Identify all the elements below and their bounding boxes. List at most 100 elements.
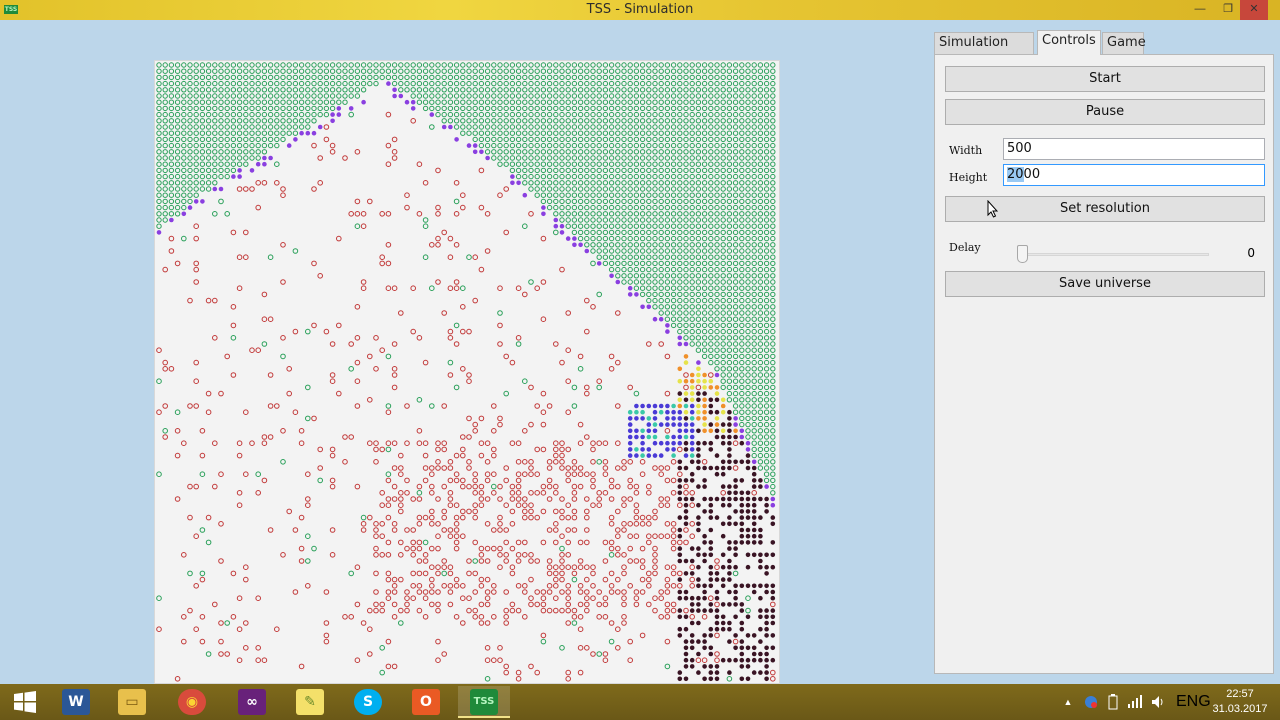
grid-cell (404, 527, 410, 533)
taskbar-app-explorer[interactable]: ▭ (106, 686, 158, 718)
wifi-icon[interactable] (1126, 684, 1144, 720)
network-status-icon[interactable] (1082, 684, 1100, 720)
grid-cell (757, 347, 764, 353)
grid-cell (658, 155, 664, 161)
grid-cell (602, 595, 609, 602)
grid-cell (652, 130, 658, 136)
grid-cell (577, 142, 584, 149)
grid-cell (404, 477, 410, 484)
grid-cell (689, 217, 695, 223)
taskbar-app-notes[interactable]: ✎ (284, 686, 336, 718)
grid-cell (193, 223, 200, 229)
taskbar-app-skype[interactable]: S (342, 686, 394, 718)
grid-cell (763, 471, 770, 477)
volume-icon[interactable] (1150, 684, 1168, 720)
grid-cell (205, 180, 212, 186)
grid-cell (193, 279, 200, 285)
grid-cell (751, 409, 757, 415)
grid-cell (763, 316, 770, 322)
grid-cell (751, 540, 757, 545)
start-button[interactable] (0, 686, 52, 718)
grid-cell (571, 496, 578, 502)
grid-cell (317, 111, 323, 118)
grid-cell (602, 136, 609, 143)
grid-cell (212, 87, 218, 93)
grid-cell (534, 669, 541, 676)
grid-cell (522, 99, 528, 105)
grid-cell (509, 521, 516, 527)
maximize-button[interactable]: ❐ (1214, 0, 1242, 20)
grid-cell (621, 521, 627, 527)
start-button[interactable]: Start (945, 66, 1265, 92)
grid-cell (267, 118, 274, 124)
grid-cell (739, 279, 745, 285)
taskbar-app-chrome[interactable]: ◉ (166, 686, 218, 718)
grid-cell (695, 142, 702, 149)
grid-cell (677, 378, 683, 384)
grid-cell (460, 111, 466, 118)
minimize-button[interactable]: — (1186, 0, 1214, 20)
grid-cell (670, 105, 677, 112)
grid-cell (751, 74, 757, 81)
tab-simulation-info[interactable]: Simulation info (934, 32, 1034, 70)
grid-cell (584, 99, 590, 105)
grid-cell (590, 87, 596, 93)
grid-cell (646, 434, 652, 440)
grid-cell (720, 434, 726, 440)
grid-cell (627, 409, 633, 415)
grid-cell (540, 235, 547, 242)
grid-cell (422, 105, 429, 112)
clock-date[interactable]: 31.03.2017 (1200, 703, 1280, 715)
grid-cell (615, 403, 621, 409)
grid-cell (546, 496, 553, 502)
grid-cell (181, 614, 187, 620)
grid-cell (174, 428, 181, 434)
height-input[interactable]: 2000 (1003, 164, 1265, 186)
battery-icon[interactable] (1104, 684, 1122, 720)
delay-slider-handle[interactable] (1017, 245, 1028, 263)
grid-cell (435, 211, 441, 217)
grid-cell (770, 149, 776, 155)
tab-controls[interactable]: Controls (1037, 30, 1101, 55)
taskbar-app-office[interactable]: O (400, 686, 452, 718)
grid-cell (317, 465, 323, 471)
grid-cell (714, 217, 720, 223)
grid-cell (156, 186, 162, 192)
pause-button[interactable]: Pause (945, 99, 1265, 125)
grid-cell (559, 124, 565, 130)
grid-cell (646, 111, 652, 118)
save-universe-button[interactable]: Save universe (945, 271, 1265, 297)
width-input[interactable]: 500 (1003, 138, 1265, 160)
grid-cell (652, 248, 658, 254)
grid-cell (608, 589, 615, 595)
grid-cell (683, 266, 689, 273)
grid-cell (757, 304, 764, 310)
delay-slider-track[interactable] (1017, 253, 1209, 256)
grid-cell (398, 552, 404, 558)
grid-cell (162, 62, 168, 68)
grid-cell (696, 577, 701, 582)
taskbar-app-word[interactable]: W (50, 686, 102, 718)
grid-cell (634, 434, 639, 440)
grid-cell (590, 204, 596, 211)
show-hidden-icons-arrow[interactable]: ▲ (1060, 684, 1076, 720)
grid-cell (329, 142, 336, 149)
grid-cell (727, 626, 732, 632)
clock-time[interactable]: 22:57 (1200, 688, 1280, 700)
taskbar-app-visual-studio[interactable]: ∞ (226, 686, 278, 718)
grid-cell (608, 68, 615, 74)
tab-game[interactable]: Game (1102, 32, 1146, 54)
grid-cell (193, 235, 200, 242)
language-indicator[interactable]: ENG (1176, 684, 1211, 720)
grid-cell (751, 105, 757, 112)
grid-cell (689, 161, 695, 167)
grid-cell (602, 68, 609, 74)
grid-cell (410, 87, 416, 93)
close-button[interactable]: ✕ (1240, 0, 1268, 20)
grid-cell (763, 118, 770, 124)
simulation-canvas[interactable] (154, 60, 780, 684)
grid-cell (732, 254, 739, 260)
grid-cell (770, 93, 776, 99)
grid-cell (714, 366, 720, 372)
taskbar-app-tss[interactable]: TSS (458, 686, 510, 718)
